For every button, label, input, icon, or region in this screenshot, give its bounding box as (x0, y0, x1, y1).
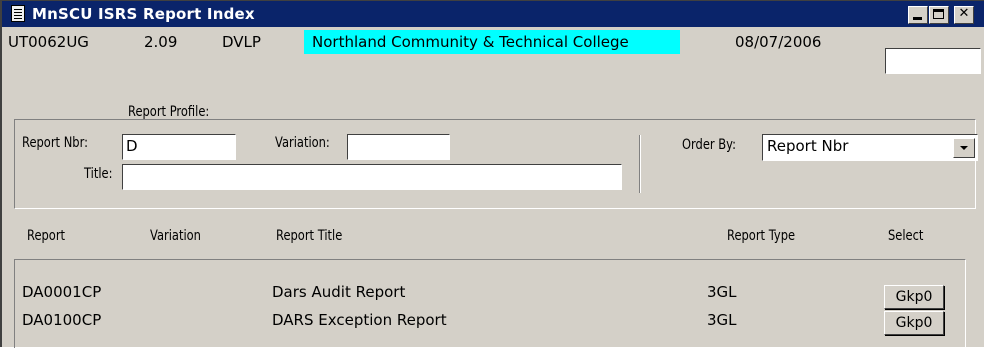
title-bar[interactable]: MnSCU ISRS Report Index ✕ (2, 1, 984, 27)
college-name: Northland Community & Technical College (312, 33, 629, 51)
close-button[interactable]: ✕ (954, 6, 974, 24)
maximize-icon (933, 9, 944, 19)
variation-label: Variation: (275, 135, 330, 151)
panel-divider (639, 135, 641, 193)
column-header-select: Select (888, 228, 924, 244)
order-by-label: Order By: (682, 137, 736, 153)
column-header-variation: Variation (150, 228, 201, 244)
title-input[interactable] (122, 164, 622, 190)
report-profile-label: Report Profile: (128, 104, 210, 120)
chevron-down-icon[interactable] (953, 138, 975, 158)
close-icon: ✕ (958, 6, 970, 21)
report-date: 08/07/2006 (735, 33, 822, 51)
program-id: UT0062UG (8, 33, 89, 51)
blank-field[interactable] (885, 48, 981, 74)
row-1-type: 3GL (707, 283, 737, 301)
report-nbr-input[interactable]: D (122, 134, 236, 160)
row-1-report: DA0001CP (22, 283, 102, 301)
report-index-window: MnSCU ISRS Report Index ✕ UT0062UG 2.09 … (0, 0, 984, 348)
minimize-button[interactable] (908, 6, 928, 24)
window-title: MnSCU ISRS Report Index (32, 5, 255, 23)
maximize-button[interactable] (929, 6, 949, 24)
variation-input[interactable] (347, 134, 450, 160)
row-1-title: Dars Audit Report (272, 283, 406, 301)
select-button-row-1[interactable]: Gkp0 (884, 285, 944, 309)
environment-code: DVLP (222, 33, 261, 51)
college-banner: Northland Community & Technical College (304, 30, 680, 54)
row-2-report: DA0100CP (22, 311, 102, 329)
column-header-report-title: Report Title (276, 228, 343, 244)
row-2-type: 3GL (707, 311, 737, 329)
row-2-title: DARS Exception Report (272, 311, 447, 329)
column-header-report-type: Report Type (727, 228, 796, 244)
column-header-report: Report (27, 228, 66, 244)
minimize-icon (913, 17, 922, 20)
title-label: Title: (84, 166, 113, 182)
app-icon (11, 5, 25, 22)
select-button-row-2[interactable]: Gkp0 (884, 311, 944, 335)
report-list (14, 259, 966, 348)
order-by-select[interactable]: Report Nbr (762, 134, 978, 161)
order-by-value: Report Nbr (767, 137, 849, 155)
version-number: 2.09 (144, 33, 178, 51)
report-nbr-label: Report Nbr: (22, 135, 88, 151)
